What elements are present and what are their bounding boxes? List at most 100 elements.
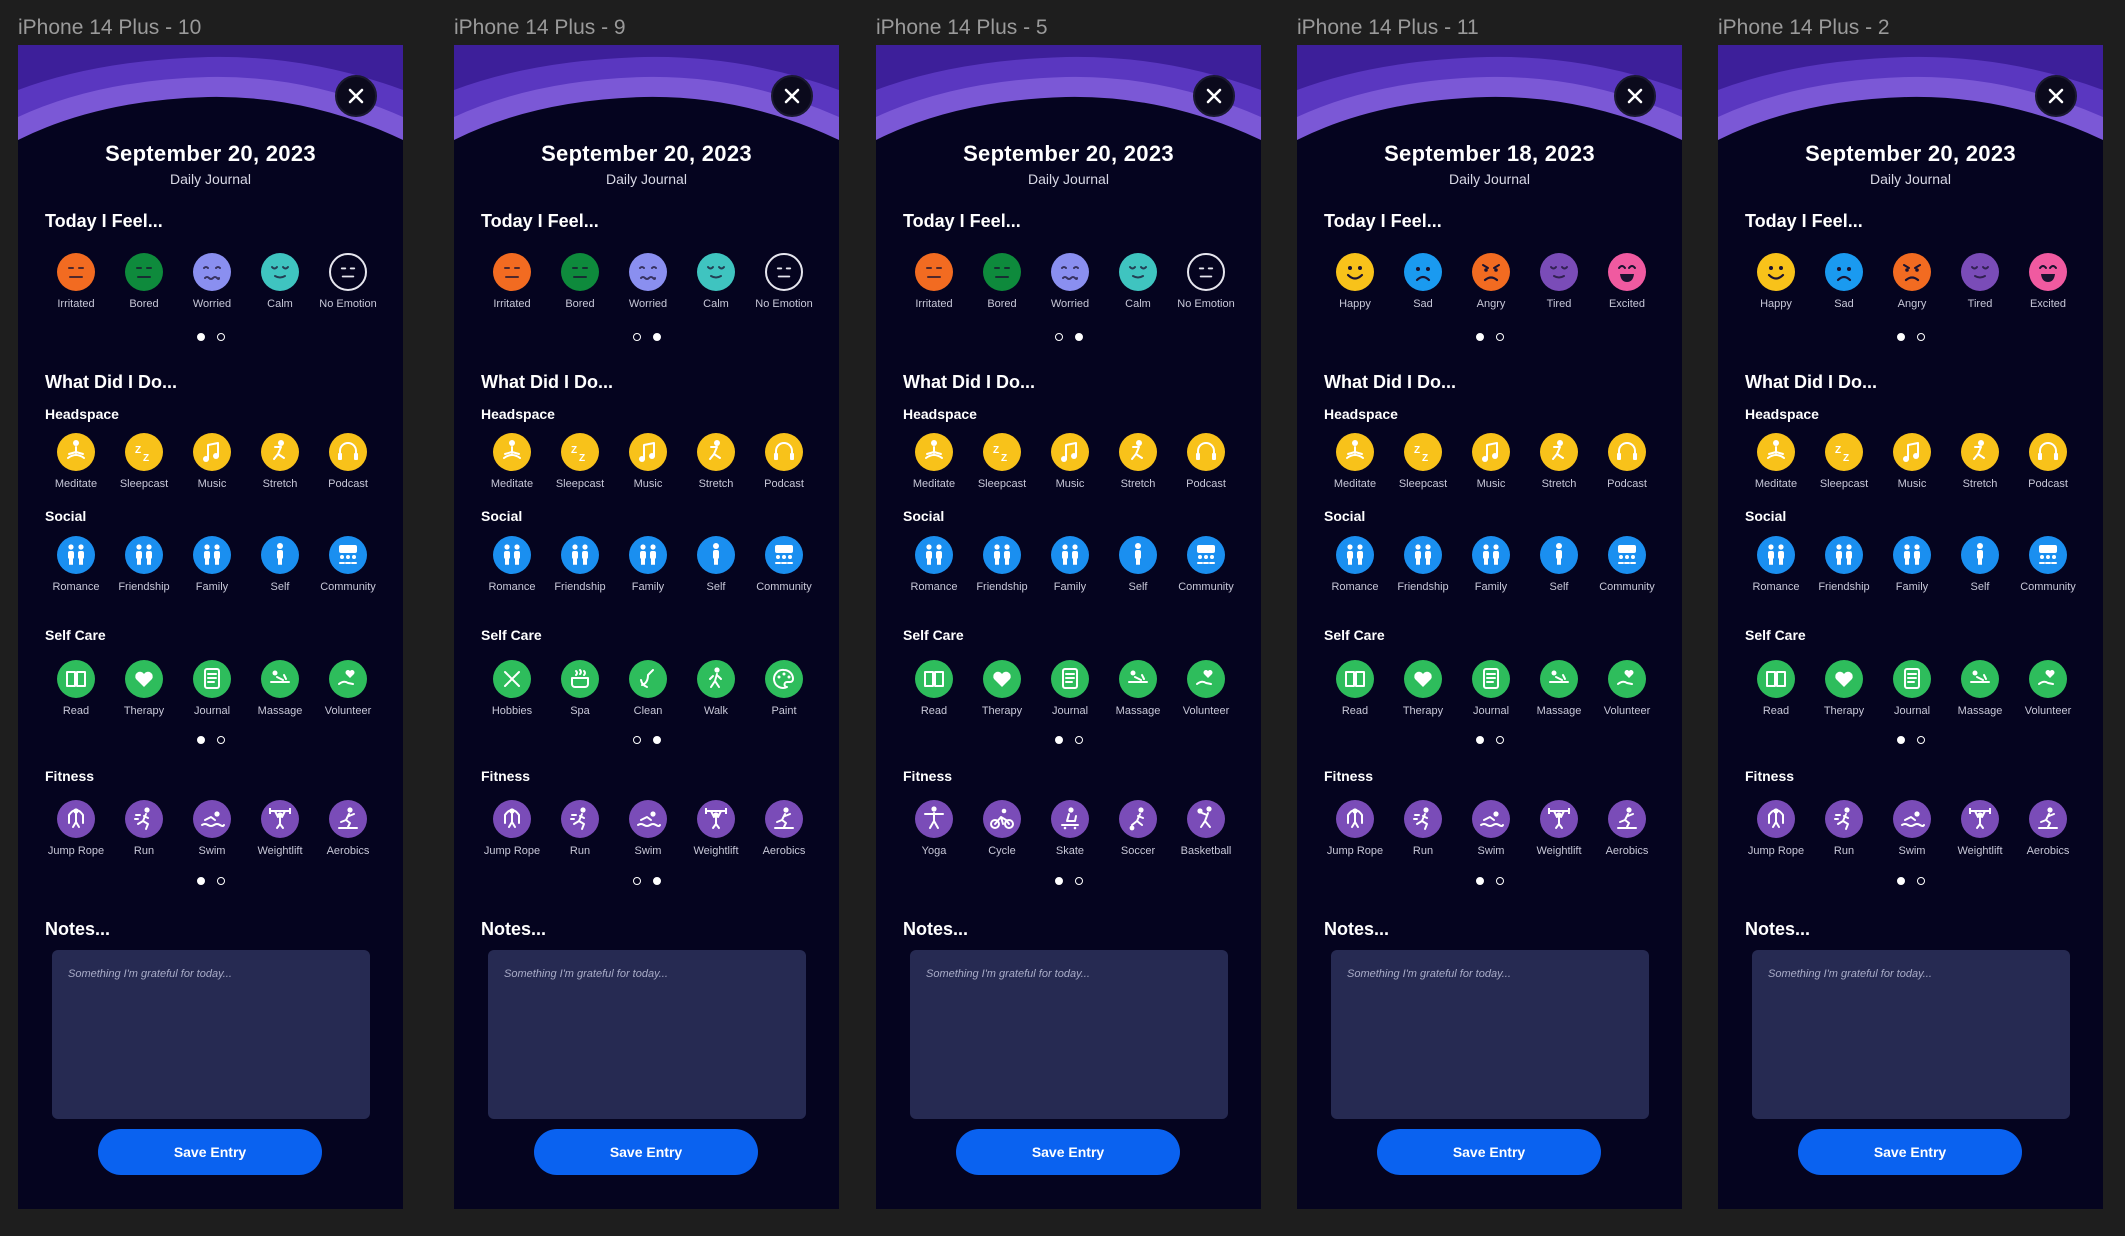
artboard-label: iPhone 14 Plus - 9 — [454, 16, 626, 39]
save-entry-button[interactable]: Save Entry — [534, 1129, 758, 1175]
page-dot[interactable] — [1916, 736, 1925, 744]
self-icon — [1961, 536, 1999, 574]
page-dot[interactable] — [652, 736, 661, 744]
activity-option[interactable]: Podcast — [1587, 433, 1667, 490]
close-button[interactable] — [771, 75, 813, 117]
page-dot[interactable] — [1916, 333, 1925, 341]
page-subtitle: Daily Journal — [1449, 171, 1530, 187]
massage-icon — [1540, 660, 1578, 698]
notes-textarea[interactable]: Something I'm grateful for today... — [1752, 950, 2070, 1119]
page-dot[interactable] — [1475, 877, 1484, 885]
notes-textarea[interactable]: Something I'm grateful for today... — [488, 950, 806, 1119]
page-dot[interactable] — [1896, 736, 1905, 744]
category-pager[interactable] — [454, 877, 839, 885]
close-button[interactable] — [2035, 75, 2077, 117]
page-dot[interactable] — [216, 333, 225, 341]
cycle-icon — [983, 800, 1021, 838]
notes-textarea[interactable]: Something I'm grateful for today... — [910, 950, 1228, 1119]
activity-label: Community — [320, 581, 376, 593]
close-button[interactable] — [1614, 75, 1656, 117]
save-entry-button[interactable]: Save Entry — [956, 1129, 1180, 1175]
page-dot[interactable] — [1916, 877, 1925, 885]
activity-option[interactable]: Community — [1166, 536, 1246, 593]
activity-option[interactable]: Podcast — [744, 433, 824, 490]
swim-icon — [629, 800, 667, 838]
emotion-option[interactable]: No Emotion — [744, 253, 824, 310]
category-pager[interactable] — [1297, 736, 1682, 744]
activity-option[interactable]: Aerobics — [308, 800, 388, 857]
emotion-pager[interactable] — [1297, 333, 1682, 341]
emotion-option[interactable]: No Emotion — [308, 253, 388, 310]
close-button[interactable] — [335, 75, 377, 117]
page-dot[interactable] — [652, 877, 661, 885]
activity-option[interactable]: Community — [2008, 536, 2088, 593]
stretch-icon — [261, 433, 299, 471]
emotion-pager[interactable] — [18, 333, 403, 341]
page-dot[interactable] — [1074, 333, 1083, 341]
page-dot[interactable] — [652, 333, 661, 341]
activity-option[interactable]: Aerobics — [744, 800, 824, 857]
sleepcast-icon: ZZ — [983, 433, 1021, 471]
page-dot[interactable] — [216, 736, 225, 744]
category-pager[interactable] — [1718, 877, 2103, 885]
page-dot[interactable] — [1054, 736, 1063, 744]
activity-option[interactable]: Aerobics — [2008, 800, 2088, 857]
page-dot[interactable] — [1896, 877, 1905, 885]
save-entry-button[interactable]: Save Entry — [98, 1129, 322, 1175]
page-dot[interactable] — [1475, 333, 1484, 341]
activity-option[interactable]: Community — [744, 536, 824, 593]
activity-option[interactable]: Volunteer — [2008, 660, 2088, 717]
emotion-pager[interactable] — [454, 333, 839, 341]
emotion-option[interactable]: Excited — [2008, 253, 2088, 310]
activity-option[interactable]: Community — [1587, 536, 1667, 593]
notes-textarea[interactable]: Something I'm grateful for today... — [52, 950, 370, 1119]
activity-option[interactable]: Community — [308, 536, 388, 593]
read-icon — [1757, 660, 1795, 698]
page-dot[interactable] — [1896, 333, 1905, 341]
category-pager[interactable] — [454, 736, 839, 744]
notes-textarea[interactable]: Something I'm grateful for today... — [1331, 950, 1649, 1119]
category-pager[interactable] — [18, 736, 403, 744]
page-dot[interactable] — [1475, 736, 1484, 744]
save-entry-button[interactable]: Save Entry — [1798, 1129, 2022, 1175]
activity-option[interactable]: Paint — [744, 660, 824, 717]
page-dot[interactable] — [1495, 736, 1504, 744]
volunteer-icon — [1187, 660, 1225, 698]
close-button[interactable] — [1193, 75, 1235, 117]
category-pager[interactable] — [1297, 877, 1682, 885]
activity-option[interactable]: Podcast — [1166, 433, 1246, 490]
page-dot[interactable] — [1054, 333, 1063, 341]
activity-option[interactable]: Aerobics — [1587, 800, 1667, 857]
page-dot[interactable] — [632, 333, 641, 341]
page-dot[interactable] — [1495, 333, 1504, 341]
page-dot[interactable] — [632, 736, 641, 744]
page-dot[interactable] — [1074, 736, 1083, 744]
page-dot[interactable] — [196, 736, 205, 744]
activity-option[interactable]: Podcast — [2008, 433, 2088, 490]
category-pager[interactable] — [876, 877, 1261, 885]
page-dot[interactable] — [1074, 877, 1083, 885]
page-dot[interactable] — [196, 877, 205, 885]
activity-option[interactable]: Volunteer — [1166, 660, 1246, 717]
page-dot[interactable] — [1495, 877, 1504, 885]
activity-option[interactable]: Volunteer — [1587, 660, 1667, 717]
category-pager[interactable] — [876, 736, 1261, 744]
category-pager[interactable] — [18, 877, 403, 885]
save-entry-button[interactable]: Save Entry — [1377, 1129, 1601, 1175]
page-dot[interactable] — [1054, 877, 1063, 885]
category-pager[interactable] — [1718, 736, 2103, 744]
activity-option[interactable]: Volunteer — [308, 660, 388, 717]
emotion-option[interactable]: No Emotion — [1166, 253, 1246, 310]
journal-icon — [1051, 660, 1089, 698]
emotion-option[interactable]: Excited — [1587, 253, 1667, 310]
emotion-pager[interactable] — [1718, 333, 2103, 341]
activity-option[interactable]: Basketball — [1166, 800, 1246, 857]
page-dot[interactable] — [216, 877, 225, 885]
volunteer-icon — [2029, 660, 2067, 698]
page-dot[interactable] — [196, 333, 205, 341]
page-dot[interactable] — [632, 877, 641, 885]
emotion-pager[interactable] — [876, 333, 1261, 341]
category-title: Headspace — [45, 406, 119, 422]
read-icon — [1336, 660, 1374, 698]
activity-option[interactable]: Podcast — [308, 433, 388, 490]
